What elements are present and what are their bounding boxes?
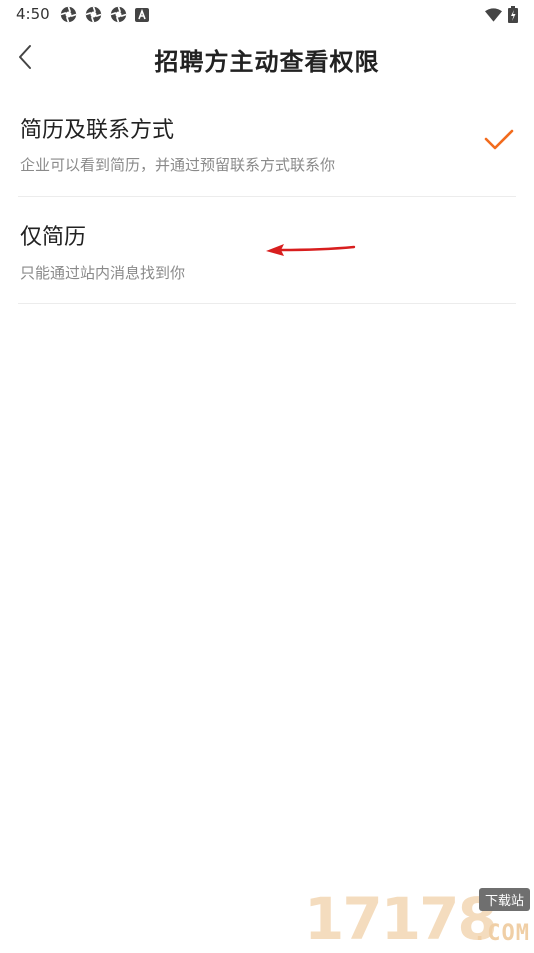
watermark-logo: 17178 下载站 .COM <box>304 886 530 948</box>
aperture-icon <box>110 6 127 27</box>
option-title: 仅简历 <box>20 225 87 250</box>
watermark-digits: 17178 <box>304 885 498 953</box>
header: 招聘方主动查看权限 <box>0 36 534 82</box>
system-icons <box>485 6 518 27</box>
wifi-icon <box>485 7 502 26</box>
watermark-suffix: .COM <box>473 921 530 946</box>
aperture-icon <box>60 6 77 27</box>
watermark-badge: 下载站 <box>478 888 530 911</box>
status-time: 4:50 <box>16 5 50 23</box>
notification-icons <box>60 6 149 27</box>
option-description: 企业可以看到简历，并通过预留联系方式联系你 <box>20 156 336 174</box>
status-bar: 4:50 <box>0 0 534 28</box>
option-description: 只能通过站内消息找到你 <box>20 264 186 282</box>
option-resume-and-contact[interactable]: 简历及联系方式 企业可以看到简历，并通过预留联系方式联系你 <box>18 96 516 197</box>
battery-icon <box>508 6 518 27</box>
option-title: 简历及联系方式 <box>20 118 175 143</box>
checkmark-icon <box>484 128 514 152</box>
aperture-icon <box>85 6 102 27</box>
page-title: 招聘方主动查看权限 <box>154 48 380 76</box>
font-icon <box>135 7 149 26</box>
annotation-arrow-icon <box>262 238 358 260</box>
